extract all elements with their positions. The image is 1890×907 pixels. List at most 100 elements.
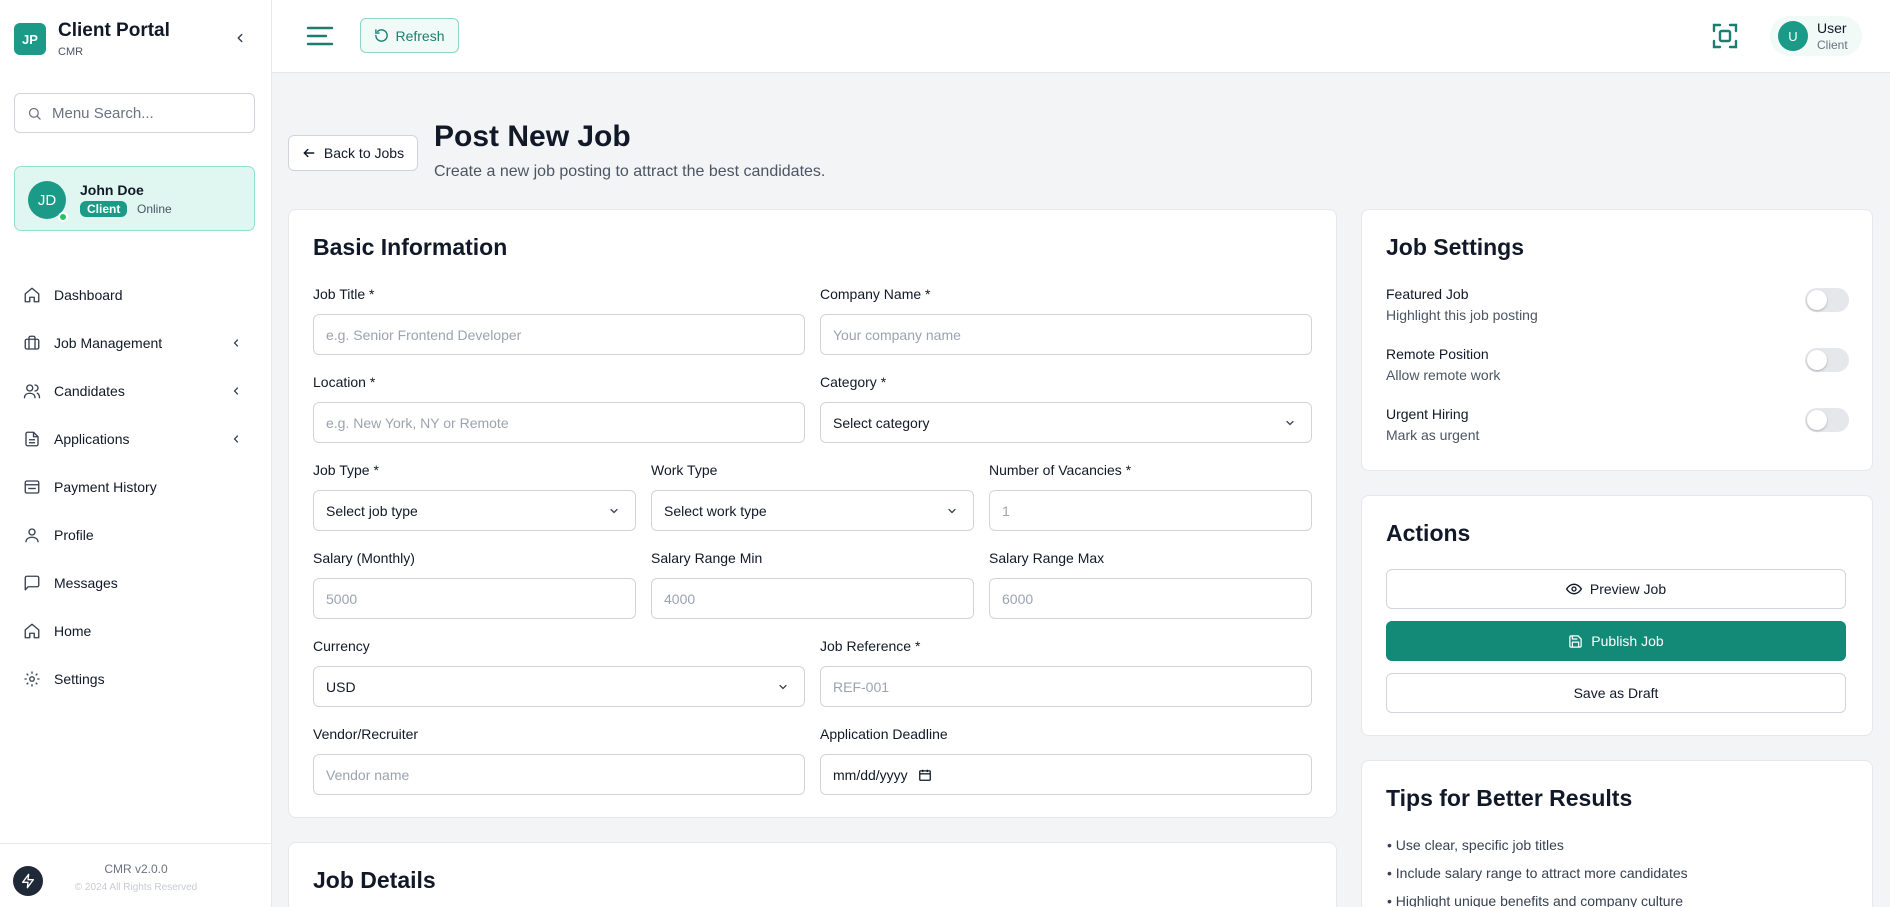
chevron-left-icon <box>226 333 246 353</box>
sidebar-item-label: Settings <box>54 671 105 687</box>
salary-max-input[interactable] <box>989 578 1312 619</box>
card-title: Job Settings <box>1386 234 1525 260</box>
sidebar-item-applications[interactable]: Applications <box>0 415 272 463</box>
salary-min-label: Salary Range Min <box>651 550 763 566</box>
page-title: Post New Job <box>434 120 631 153</box>
work-type-value: Select work type <box>664 502 767 519</box>
bolt-icon <box>22 873 34 889</box>
back-to-jobs-button[interactable]: Back to Jobs <box>288 135 418 171</box>
arrow-left-icon <box>303 148 315 158</box>
receipt-icon <box>22 477 42 497</box>
eye-icon <box>1565 583 1582 595</box>
setting-title: Urgent Hiring <box>1386 406 1469 422</box>
location-input[interactable] <box>313 402 805 443</box>
sidebar-nav: Dashboard Job Management Candidates Appl… <box>0 271 272 703</box>
menu-search-input[interactable] <box>52 104 242 122</box>
card-title: Actions <box>1386 520 1471 546</box>
save-icon <box>1569 634 1583 648</box>
role-badge: Client <box>80 201 128 217</box>
sidebar-item-profile[interactable]: Profile <box>0 511 272 559</box>
tips-card: Tips for Better Results • Use clear, spe… <box>1361 760 1873 907</box>
chevron-down-icon <box>945 504 959 518</box>
vacancies-input[interactable] <box>989 490 1312 531</box>
sidebar-item-label: Dashboard <box>54 287 123 303</box>
refresh-icon <box>375 29 389 42</box>
category-label: Category * <box>820 374 887 390</box>
toggle-knob <box>1807 350 1827 370</box>
job-reference-input[interactable] <box>820 666 1312 707</box>
preview-job-button[interactable]: Preview Job <box>1386 569 1846 609</box>
currency-select[interactable]: USD <box>313 666 805 707</box>
job-type-select[interactable]: Select job type <box>313 490 636 531</box>
search-icon <box>28 107 41 120</box>
user-menu-role: Client <box>1817 38 1848 52</box>
card-title: Tips for Better Results <box>1386 785 1633 811</box>
vacancies-label: Number of Vacancies * <box>989 462 1132 478</box>
deadline-value: mm/dd/yyyy <box>833 766 908 783</box>
job-title-label: Job Title * <box>313 286 375 302</box>
page-subtitle: Create a new job posting to attract the … <box>434 163 826 180</box>
tip-item: • Highlight unique benefits and company … <box>1387 893 1683 907</box>
vendor-input[interactable] <box>313 754 805 795</box>
sidebar-item-dashboard[interactable]: Dashboard <box>0 271 272 319</box>
sidebar-footer: CMR v2.0.0 © 2024 All Rights Reserved <box>0 843 272 907</box>
sidebar-item-messages[interactable]: Messages <box>0 559 272 607</box>
sidebar-item-label: Payment History <box>54 479 157 495</box>
sidebar-item-candidates[interactable]: Candidates <box>0 367 272 415</box>
chevron-down-icon <box>776 680 790 694</box>
setting-title: Featured Job <box>1386 286 1469 302</box>
company-name-input[interactable] <box>820 314 1312 355</box>
user-card[interactable]: JD John Doe Client Online <box>14 166 255 231</box>
save-as-draft-button[interactable]: Save as Draft <box>1386 673 1846 713</box>
remote-position-toggle[interactable] <box>1805 348 1849 372</box>
setting-featured-job: Featured Job Highlight this job posting <box>1386 286 1849 330</box>
work-type-select[interactable]: Select work type <box>651 490 974 531</box>
collapse-sidebar-button[interactable] <box>230 28 250 48</box>
salary-max-label: Salary Range Max <box>989 550 1105 566</box>
basic-information-card: Basic Information Job Title * Company Na… <box>288 209 1337 818</box>
tip-item: • Use clear, specific job titles <box>1387 837 1564 853</box>
salary-monthly-label: Salary (Monthly) <box>313 550 415 566</box>
category-select[interactable]: Select category <box>820 402 1312 443</box>
users-icon <box>22 381 42 401</box>
user-icon <box>22 525 42 545</box>
brand-subtitle: CMR <box>58 46 84 58</box>
user-menu[interactable]: U User Client <box>1770 16 1862 56</box>
refresh-button[interactable]: Refresh <box>360 18 459 53</box>
fullscreen-button[interactable] <box>1711 22 1739 50</box>
fullscreen-icon <box>1712 23 1738 49</box>
sidebar: JP Client Portal CMR JD John Doe Client … <box>0 0 272 907</box>
gear-icon <box>22 669 42 689</box>
calendar-icon[interactable] <box>918 768 932 782</box>
sidebar-item-label: Profile <box>54 527 94 543</box>
sidebar-item-home[interactable]: Home <box>0 607 272 655</box>
sidebar-item-job-management[interactable]: Job Management <box>0 319 272 367</box>
chevron-down-icon <box>607 504 621 518</box>
job-details-card: Job Details <box>288 842 1337 907</box>
toggle-knob <box>1807 410 1827 430</box>
sidebar-item-payment-history[interactable]: Payment History <box>0 463 272 511</box>
briefcase-icon <box>22 333 42 353</box>
salary-min-input[interactable] <box>651 578 974 619</box>
back-label: Back to Jobs <box>323 145 405 161</box>
sidebar-item-settings[interactable]: Settings <box>0 655 272 703</box>
deadline-date-input[interactable]: mm/dd/yyyy <box>820 754 1312 795</box>
publish-job-button[interactable]: Publish Job <box>1386 621 1846 661</box>
toggle-knob <box>1807 290 1827 310</box>
sidebar-item-label: Applications <box>54 431 130 447</box>
vendor-label: Vendor/Recruiter <box>313 726 419 742</box>
preview-job-label: Preview Job <box>1589 581 1667 597</box>
setting-description: Allow remote work <box>1386 367 1501 383</box>
featured-job-toggle[interactable] <box>1805 288 1849 312</box>
salary-monthly-input[interactable] <box>313 578 636 619</box>
sidebar-item-label: Job Management <box>54 335 163 351</box>
menu-toggle-button[interactable] <box>306 24 334 48</box>
setting-description: Mark as urgent <box>1386 427 1480 443</box>
quick-action-button[interactable] <box>13 866 43 896</box>
brand: JP Client Portal CMR <box>14 20 258 60</box>
urgent-hiring-toggle[interactable] <box>1805 408 1849 432</box>
category-value: Select category <box>833 414 930 431</box>
menu-search[interactable] <box>14 93 255 133</box>
job-title-input[interactable] <box>313 314 805 355</box>
sidebar-item-label: Messages <box>54 575 118 591</box>
